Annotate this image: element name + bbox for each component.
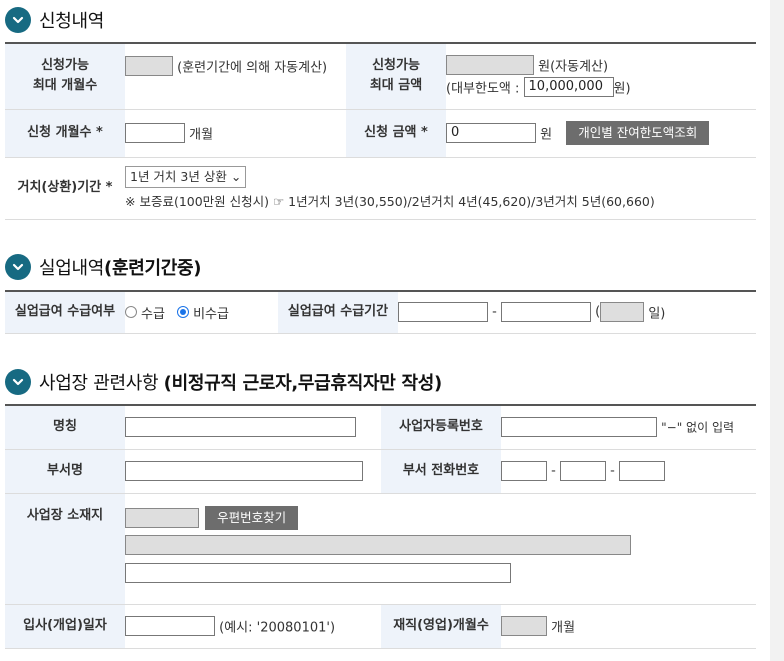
dept-label: 부서명 bbox=[5, 449, 125, 494]
months-unit: 개월 bbox=[189, 127, 214, 143]
dash: - bbox=[551, 463, 556, 479]
table-row: 신청 개월수 * 개월 신청 금액 * 0 원 개인별 잔여한도액조회 bbox=[5, 109, 756, 158]
table-row: 거치(상환)기간 * 1년 거치 3년 상환 ⌄ ※ 보증료(100만원 신청시… bbox=[5, 157, 756, 220]
grace-note: ※ 보증료(100만원 신청시) ☞ 1년거치 3년(30,550)/2년거치 … bbox=[125, 194, 655, 209]
application-table: 신청가능 최대 개월수 (훈련기간에 의해 자동계산) 신청가능 최대 금액 원(자… bbox=[5, 42, 756, 220]
table-row: 부서명 부서 전화번호 - - bbox=[5, 449, 756, 494]
balance-check-button[interactable]: 개인별 잔여한도액조회 bbox=[566, 121, 710, 145]
address-label: 사업장 소재지 bbox=[5, 493, 125, 605]
section-unemployment-header[interactable]: 실업내역(훈련기간중) bbox=[5, 254, 202, 280]
tenure-unit: 개월 bbox=[551, 620, 576, 636]
days-unit: 일) bbox=[648, 306, 666, 322]
dash: - bbox=[492, 304, 497, 320]
section-workplace-header[interactable]: 사업장 관련사항 (비정규직 근로자,무급휴직자만 작성) bbox=[5, 369, 442, 395]
amount-unit: 원 bbox=[540, 127, 553, 143]
hire-date-label: 입사(개업)일자 bbox=[5, 604, 125, 649]
reg-no-label: 사업자등록번호 bbox=[381, 405, 501, 450]
period-label: 실업급여 수급기간 bbox=[278, 291, 398, 334]
zipcode-search-button[interactable]: 우편번호찾기 bbox=[205, 505, 299, 530]
zipcode-field bbox=[125, 507, 199, 528]
max-months-label: 신청가능 최대 개월수 bbox=[5, 43, 125, 110]
chevron-down-icon[interactable] bbox=[5, 369, 31, 395]
phone-mid-input[interactable] bbox=[559, 461, 606, 481]
chevron-down-icon: ⌄ bbox=[230, 169, 242, 184]
grace-select[interactable]: 1년 거치 3년 상환 ⌄ bbox=[125, 166, 247, 188]
months-label: 신청 개월수 * bbox=[5, 109, 125, 158]
address-field bbox=[125, 534, 631, 555]
table-row: 실업급여 수급여부 수급 비수급 실업급여 수급기간 - ( 일) bbox=[5, 291, 756, 334]
benefit-label: 실업급여 수급여부 bbox=[5, 291, 125, 334]
company-name-input[interactable] bbox=[125, 417, 356, 438]
hire-date-example: (예시: '20080101') bbox=[219, 620, 336, 636]
table-row: 신청가능 최대 개월수 (훈련기간에 의해 자동계산) 신청가능 최대 금액 원(자… bbox=[5, 43, 756, 110]
tenure-field bbox=[501, 616, 547, 636]
chevron-down-icon[interactable] bbox=[5, 254, 31, 280]
max-amount-label: 신청가능 최대 금액 bbox=[346, 43, 446, 110]
table-row: 사업장 소재지 우편번호찾기 bbox=[5, 493, 756, 605]
limit-field: 10,000,000 bbox=[523, 77, 614, 98]
limit-prefix: (대부한도액 : bbox=[446, 81, 520, 97]
table-row: 입사(개업)일자 (예시: '20080101') 재직(영업)개월수 개월 bbox=[5, 604, 756, 649]
tenure-label: 재직(영업)개월수 bbox=[381, 604, 501, 649]
max-amount-unit: 원(자동계산) bbox=[538, 59, 609, 75]
receive-label: 수급 bbox=[141, 306, 165, 322]
period-end-input[interactable] bbox=[500, 302, 591, 323]
amount-input[interactable]: 0 bbox=[446, 123, 536, 143]
not-receive-label: 비수급 bbox=[193, 306, 229, 322]
section-title: 신청내역 bbox=[39, 11, 105, 32]
address-detail-input[interactable] bbox=[125, 562, 511, 583]
months-input[interactable] bbox=[125, 123, 185, 143]
max-amount-field bbox=[446, 55, 534, 76]
section-application-header[interactable]: 신청내역 bbox=[5, 7, 104, 33]
not-receive-radio[interactable] bbox=[177, 306, 190, 319]
chevron-down-icon[interactable] bbox=[5, 7, 31, 33]
dept-input[interactable] bbox=[125, 461, 363, 481]
receive-radio[interactable] bbox=[125, 306, 137, 319]
name-label: 명칭 bbox=[5, 405, 125, 450]
phone-last-input[interactable] bbox=[618, 461, 665, 481]
section-title: 실업내역(훈련기간중) bbox=[39, 258, 202, 279]
section-title: 사업장 관련사항 (비정규직 근로자,무급휴직자만 작성) bbox=[39, 373, 442, 394]
period-start-input[interactable] bbox=[398, 302, 488, 323]
table-row: 명칭 사업자등록번호 "−" 없이 입력 bbox=[5, 405, 756, 450]
hire-date-input[interactable] bbox=[125, 616, 215, 636]
dash: - bbox=[610, 463, 615, 479]
unemployment-table: 실업급여 수급여부 수급 비수급 실업급여 수급기간 - ( 일) bbox=[5, 290, 756, 334]
reg-no-input[interactable] bbox=[501, 417, 657, 438]
limit-suffix: 원) bbox=[613, 81, 631, 97]
amount-label: 신청 금액 * bbox=[346, 109, 446, 158]
max-months-field bbox=[125, 56, 173, 76]
grace-label: 거치(상환)기간 * bbox=[5, 157, 125, 220]
phone-area-input[interactable] bbox=[501, 461, 547, 481]
workplace-table: 명칭 사업자등록번호 "−" 없이 입력 부서명 부서 전화번호 - - 사업장… bbox=[5, 404, 756, 649]
period-days-field bbox=[600, 302, 645, 323]
max-months-note: (훈련기간에 의해 자동계산) bbox=[177, 60, 328, 76]
form-sheet: 신청내역 신청가능 최대 개월수 (훈련기간에 의해 자동계산) 신청가능 최대 금… bbox=[0, 0, 770, 661]
reg-no-note: "−" 없이 입력 bbox=[661, 420, 735, 435]
dept-phone-label: 부서 전화번호 bbox=[381, 449, 501, 494]
